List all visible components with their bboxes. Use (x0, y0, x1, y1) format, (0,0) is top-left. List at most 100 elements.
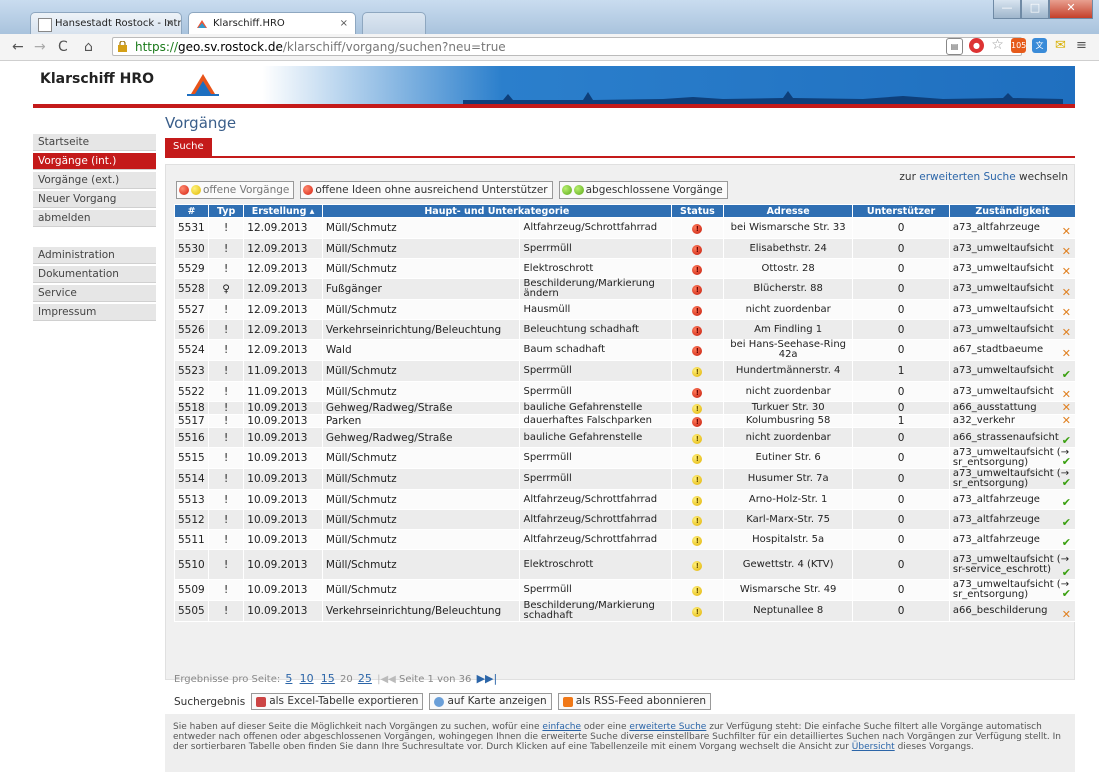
cell-unterstuetzer: 0 (852, 299, 950, 320)
table-row[interactable]: 5526! 12.09.2013 Verkehrseinrichtung/Beleu… (174, 319, 1077, 340)
table-row[interactable]: 5511! 10.09.2013 Müll/Schmutz Altfahrzeug/S… (174, 529, 1077, 550)
cell-zustaendigkeit: a66_beschilderung ✕ (948, 600, 1077, 622)
cell-hauptkategorie: Müll/Schmutz (321, 529, 521, 550)
table-row[interactable]: 5514! 10.09.2013 Müll/Schmutz Sperrmüll! Hus… (174, 468, 1077, 490)
show-map-button[interactable]: auf Karte anzeigen (429, 693, 552, 710)
sidebar-item-vorgaenge-int[interactable]: Vorgänge (int.) (33, 153, 156, 170)
translate-icon[interactable]: 文 (1032, 38, 1047, 53)
col-id[interactable]: # (174, 204, 209, 218)
page-size-25[interactable]: 25 (358, 672, 372, 685)
reload-icon[interactable]: C (58, 38, 68, 56)
table-row[interactable]: 5529! 12.09.2013 Müll/Schmutz Elektroschrot… (174, 258, 1077, 279)
cell-hauptkategorie: Fußgänger (321, 278, 521, 300)
table-row[interactable]: 5523! 11.09.2013 Müll/Schmutz Sperrmüll! Hun… (174, 360, 1077, 382)
col-adresse[interactable]: Adresse (723, 204, 854, 218)
col-typ[interactable]: Typ (207, 204, 245, 218)
checkmark-icon: ✔ (1061, 434, 1071, 447)
cell-status: ! (670, 258, 725, 279)
help-text-box: Sie haben auf dieser Seite die Möglichke… (165, 714, 1075, 772)
filter-open-button[interactable]: offene Vorgänge (176, 181, 295, 199)
sidebar-item-dokumentation[interactable]: Dokumentation (33, 266, 156, 283)
table-row[interactable]: 5512! 10.09.2013 Müll/Schmutz Altfahrzeug/S… (174, 509, 1077, 530)
tab-suche[interactable]: Suche (165, 138, 212, 156)
sidebar-item-vorgaenge-ext[interactable]: Vorgänge (ext.) (33, 172, 156, 189)
page-size-10[interactable]: 10 (300, 672, 314, 685)
col-erstellung[interactable]: Erstellung ▴ (243, 204, 323, 218)
filter-ideas-button[interactable]: offene Ideen ohne ausreichend Unterstütz… (300, 181, 553, 199)
site-logo[interactable]: Klarschiff HRO (40, 71, 154, 87)
table-row[interactable]: 5527! 12.09.2013 Müll/Schmutz Hausmüll! nich… (174, 299, 1077, 320)
rss-extension-icon[interactable]: 105 (1011, 38, 1026, 53)
table-row[interactable]: 5515! 10.09.2013 Müll/Schmutz Sperrmüll! Eut… (174, 447, 1077, 469)
extended-search-help-link[interactable]: erweiterte Suche (629, 722, 706, 732)
page-action-icon[interactable]: ▤ (946, 38, 963, 55)
overview-link[interactable]: Übersicht (852, 742, 895, 752)
cell-adresse: Elisabethstr. 24 (723, 238, 854, 259)
bookmark-star-icon[interactable]: ☆ (990, 38, 1005, 53)
excel-export-button[interactable]: als Excel-Tabelle exportieren (251, 693, 424, 710)
close-icon[interactable]: × (166, 13, 174, 34)
cell-unterstuetzer: 0 (852, 600, 950, 622)
col-kategorie[interactable]: Haupt- und Unterkategorie (321, 204, 672, 218)
extended-search-link[interactable]: erweiterten Suche (919, 171, 1015, 183)
close-icon[interactable]: × (340, 13, 348, 34)
table-row[interactable]: 5516! 10.09.2013 Gehweg/Radweg/Straße bauli… (174, 427, 1077, 448)
sidebar-item-service[interactable]: Service (33, 285, 156, 302)
sidebar-item-abmelden[interactable]: abmelden (33, 210, 156, 227)
address-bar[interactable]: https://geo.sv.rostock.de/klarschiff/vor… (112, 37, 1022, 56)
zustaendigkeit-text: a73_umweltaufsicht (→ sr_entsorgung) (952, 468, 1070, 489)
minimize-button[interactable]: — (993, 0, 1021, 19)
simple-search-link[interactable]: einfache (542, 722, 581, 732)
close-window-button[interactable]: ✕ (1049, 0, 1093, 19)
table-row[interactable]: 5517! 10.09.2013 Parken dauerhaftes Falschp… (174, 414, 1077, 428)
sidebar-item-impressum[interactable]: Impressum (33, 304, 156, 321)
mail-icon[interactable]: ✉ (1053, 38, 1068, 53)
sidebar-item-startseite[interactable]: Startseite (33, 134, 156, 151)
filter-closed-button[interactable]: abgeschlossene Vorgänge (558, 181, 728, 199)
table-row[interactable]: 5524! 12.09.2013 Wald Baum schadhaft! bei Ha… (174, 339, 1077, 361)
new-tab-button[interactable] (362, 12, 426, 34)
checkmark-icon: ✔ (1061, 496, 1071, 509)
zustaendigkeit-text: a66_ausstattung (952, 402, 1037, 413)
cell-zustaendigkeit: a73_umweltaufsicht ✕ (948, 278, 1077, 300)
table-row[interactable]: 5531! 12.09.2013 Müll/Schmutz Altfahrzeug/S… (174, 217, 1077, 239)
maximize-button[interactable]: □ (1021, 0, 1049, 19)
home-icon[interactable]: ⌂ (84, 38, 93, 56)
table-row[interactable]: 5505! 10.09.2013 Verkehrseinrichtung/Beleu… (174, 600, 1077, 622)
menu-icon[interactable]: ≡ (1074, 38, 1089, 53)
cell-adresse: nicht zuordenbar (723, 299, 854, 320)
cell-unterstuetzer: 0 (852, 447, 950, 469)
yellow-status-icon: ! (692, 535, 703, 546)
zustaendigkeit-text: a73_umweltaufsicht (952, 365, 1054, 376)
col-zustaendigkeit[interactable]: Zuständigkeit (948, 204, 1077, 218)
col-unterstuetzer[interactable]: Unterstützer (852, 204, 950, 218)
cell-typ: ! (207, 339, 245, 361)
table-row[interactable]: 5518! 10.09.2013 Gehweg/Radweg/Straße bauli… (174, 401, 1077, 415)
cell-typ: ! (207, 489, 245, 510)
zustaendigkeit-text: a73_umweltaufsicht (→ sr_entsorgung) (952, 579, 1070, 600)
sidebar-item-administration[interactable]: Administration (33, 247, 156, 264)
browser-tab-klarschiff[interactable]: Klarschiff.HRO × (188, 12, 356, 34)
cell-id: 5523 (174, 360, 209, 382)
adblock-icon[interactable]: ● (969, 38, 984, 53)
back-icon[interactable]: ← (12, 38, 24, 56)
table-row[interactable]: 5528 ♀ 12.09.2013 Fußgänger Beschilderung/Ma… (174, 278, 1077, 300)
col-status[interactable]: Status (670, 204, 725, 218)
table-row[interactable]: 5510! 10.09.2013 Müll/Schmutz Elektroschrot… (174, 549, 1077, 580)
table-row[interactable]: 5522! 11.09.2013 Müll/Schmutz Sperrmüll! nic… (174, 381, 1077, 402)
page-size-5[interactable]: 5 (285, 672, 292, 685)
next-page-icon[interactable]: ▶▶| (477, 672, 498, 685)
rss-subscribe-button[interactable]: als RSS-Feed abonnieren (557, 693, 712, 710)
cell-hauptkategorie: Müll/Schmutz (321, 238, 521, 259)
page-size-15[interactable]: 15 (321, 672, 335, 685)
sidebar-item-neuer-vorgang[interactable]: Neuer Vorgang (33, 191, 156, 208)
table-row[interactable]: 5509! 10.09.2013 Müll/Schmutz Sperrmüll! Wis… (174, 579, 1077, 601)
red-status-icon: ! (692, 224, 703, 234)
browser-tab-rostock[interactable]: Hansestadt Rostock - Intr × (30, 12, 182, 34)
zustaendigkeit-text: a66_strassenaufsicht (952, 431, 1059, 443)
forward-icon[interactable]: → (34, 38, 46, 56)
table-row[interactable]: 5513! 10.09.2013 Müll/Schmutz Altfahrzeug/S… (174, 489, 1077, 510)
zustaendigkeit-text: a73_umweltaufsicht (952, 262, 1054, 274)
cell-typ: ! (207, 217, 245, 239)
table-row[interactable]: 5530! 12.09.2013 Müll/Schmutz Sperrmüll! Eli… (174, 238, 1077, 259)
